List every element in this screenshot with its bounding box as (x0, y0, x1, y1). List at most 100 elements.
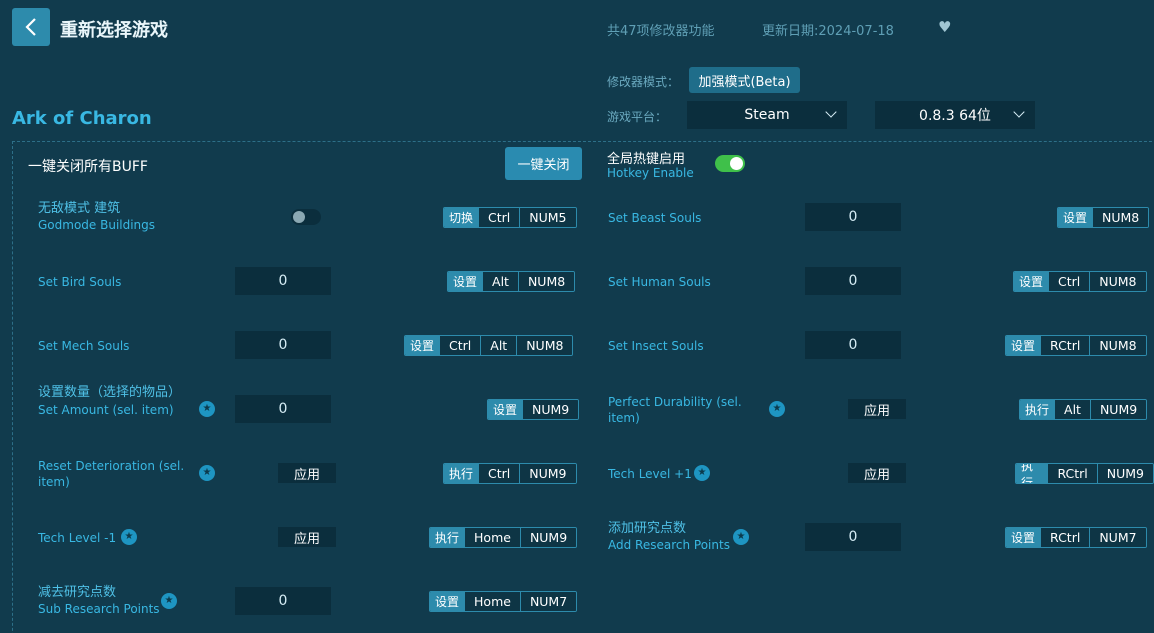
star-icon: ★ (199, 465, 215, 481)
feature-perfect-durability: Perfect Durability (sel. item) (608, 394, 758, 426)
hotkey-label-en: Hotkey Enable (607, 166, 694, 180)
key-badge: NUM5 (519, 208, 576, 227)
value-input[interactable]: 0 (805, 331, 901, 359)
key-badge: NUM7 (1089, 528, 1146, 547)
feature-label-en: Sub Research Points (38, 602, 160, 616)
key-badge: Alt (480, 336, 517, 355)
value-input[interactable]: 0 (805, 203, 901, 231)
key-badge: Ctrl (1048, 272, 1090, 291)
value-input[interactable]: 0 (805, 523, 901, 551)
feature-label-en: Set Bird Souls (38, 275, 122, 289)
key-badge: RCtrl (1040, 336, 1090, 355)
hotkey-group[interactable]: 设置 NUM8 (1057, 207, 1150, 228)
value-input[interactable]: 0 (235, 331, 331, 359)
chevron-down-icon (825, 106, 837, 118)
action-label: 设置 (1058, 208, 1093, 227)
key-badge: NUM8 (1092, 208, 1149, 227)
action-label: 执行 (430, 528, 465, 547)
key-badge: Ctrl (439, 336, 481, 355)
action-label: 设置 (488, 400, 523, 419)
game-title: Ark of Charon (12, 108, 152, 129)
action-label: 执行 (1020, 400, 1055, 419)
hotkey-toggle[interactable] (715, 155, 745, 172)
mode-label: 修改器模式： (607, 75, 680, 89)
hotkey-group[interactable]: 设置 RCtrl NUM7 (1005, 527, 1147, 548)
hotkey-group[interactable]: 设置 Home NUM7 (429, 591, 578, 612)
feature-tech-level-down: Tech Level -1 (38, 530, 116, 546)
chevron-left-icon (25, 18, 36, 36)
feature-label-en: Tech Level -1 (38, 531, 117, 545)
star-icon: ★ (199, 401, 215, 417)
key-badge: Ctrl (478, 208, 520, 227)
feature-label-cn: 添加研究点数 (608, 521, 687, 536)
hotkey-group[interactable]: 执行 Alt NUM9 (1019, 399, 1148, 420)
hotkey-group[interactable]: 切换 Ctrl NUM5 (443, 207, 577, 228)
buff-label: 一键关闭所有BUFF (28, 159, 148, 175)
action-label: 设置 (1006, 336, 1041, 355)
key-badge: NUM8 (516, 336, 573, 355)
feature-set-beast-souls: Set Beast Souls (608, 210, 701, 226)
key-badge: RCtrl (1040, 528, 1090, 547)
apply-button[interactable]: 应用 (848, 463, 906, 483)
star-icon: ★ (694, 465, 710, 481)
heart-icon[interactable]: ♥ (938, 18, 951, 36)
value-input[interactable]: 0 (235, 395, 331, 423)
hotkey-group[interactable]: 设置 Ctrl Alt NUM8 (404, 335, 574, 356)
feature-label-en: Tech Level +1 (608, 467, 692, 481)
action-label: 设置 (1006, 528, 1041, 547)
close-all-button[interactable]: 一键关闭 (505, 147, 582, 180)
hotkey-group[interactable]: 设置 Alt NUM8 (447, 271, 576, 292)
apply-button[interactable]: 应用 (278, 463, 336, 483)
feature-reset-deterioration: Reset Deterioration (sel. item) (38, 458, 188, 490)
action-label: 设置 (405, 336, 440, 355)
key-badge: Ctrl (478, 464, 520, 483)
value-input[interactable]: 0 (235, 267, 331, 295)
feature-tech-level-up: Tech Level +1 (608, 466, 692, 482)
feature-label-en: Godmode Buildings (38, 218, 156, 232)
apply-button[interactable]: 应用 (848, 399, 906, 419)
action-label: 执行 (1016, 464, 1048, 483)
hotkey-group[interactable]: 设置 RCtrl NUM8 (1005, 335, 1147, 356)
feature-label-en: Reset Deterioration (sel. item) (38, 459, 185, 489)
feature-label-en: Set Human Souls (608, 275, 711, 289)
feature-label-en: Set Mech Souls (38, 339, 130, 353)
platform-label: 游戏平台： (607, 110, 668, 124)
feature-label-en: Set Insect Souls (608, 339, 704, 353)
mode-button[interactable]: 加强模式(Beta) (689, 67, 800, 93)
action-label: 设置 (448, 272, 483, 291)
feature-set-bird-souls: Set Bird Souls (38, 274, 121, 290)
key-badge: RCtrl (1047, 464, 1097, 483)
back-button[interactable] (12, 8, 50, 46)
feature-label-en: Set Beast Souls (608, 211, 702, 225)
key-badge: NUM9 (1089, 400, 1147, 419)
feature-label-en: Set Amount (sel. item) (38, 403, 174, 417)
key-badge: NUM8 (1089, 336, 1146, 355)
key-badge: NUM7 (519, 592, 577, 611)
feature-set-insect-souls: Set Insect Souls (608, 338, 704, 354)
key-badge: Home (464, 528, 520, 547)
apply-button[interactable]: 应用 (278, 527, 336, 547)
star-icon: ★ (121, 529, 137, 545)
key-badge: NUM8 (1089, 272, 1146, 291)
hotkey-group[interactable]: 设置 Ctrl NUM8 (1013, 271, 1147, 292)
hotkey-group[interactable]: 执行 Home NUM9 (429, 527, 578, 548)
hotkey-group[interactable]: 执行 Ctrl NUM9 (443, 463, 577, 484)
action-label: 设置 (1014, 272, 1049, 291)
feature-godmode-buildings: 无敌模式 建筑 Godmode Buildings (38, 201, 155, 233)
version-select[interactable]: 0.8.3 64位 (875, 101, 1035, 129)
value-input[interactable]: 0 (235, 587, 331, 615)
action-label: 设置 (430, 592, 465, 611)
godmode-toggle[interactable] (291, 209, 321, 225)
star-icon: ★ (769, 401, 785, 417)
chevron-down-icon (1013, 106, 1025, 118)
hotkey-group[interactable]: 执行 RCtrl NUM9 (1015, 463, 1154, 484)
key-badge: NUM9 (519, 528, 577, 547)
key-badge: Alt (1054, 400, 1090, 419)
feature-label-cn: 无敌模式 建筑 (38, 201, 121, 216)
cheat-panel (12, 141, 1154, 633)
hotkey-group[interactable]: 设置 NUM9 (487, 399, 580, 420)
feature-set-human-souls: Set Human Souls (608, 274, 711, 290)
platform-select[interactable]: Steam (687, 101, 847, 129)
value-input[interactable]: 0 (805, 267, 901, 295)
hotkey-label-cn: 全局热键启用 (607, 152, 686, 167)
